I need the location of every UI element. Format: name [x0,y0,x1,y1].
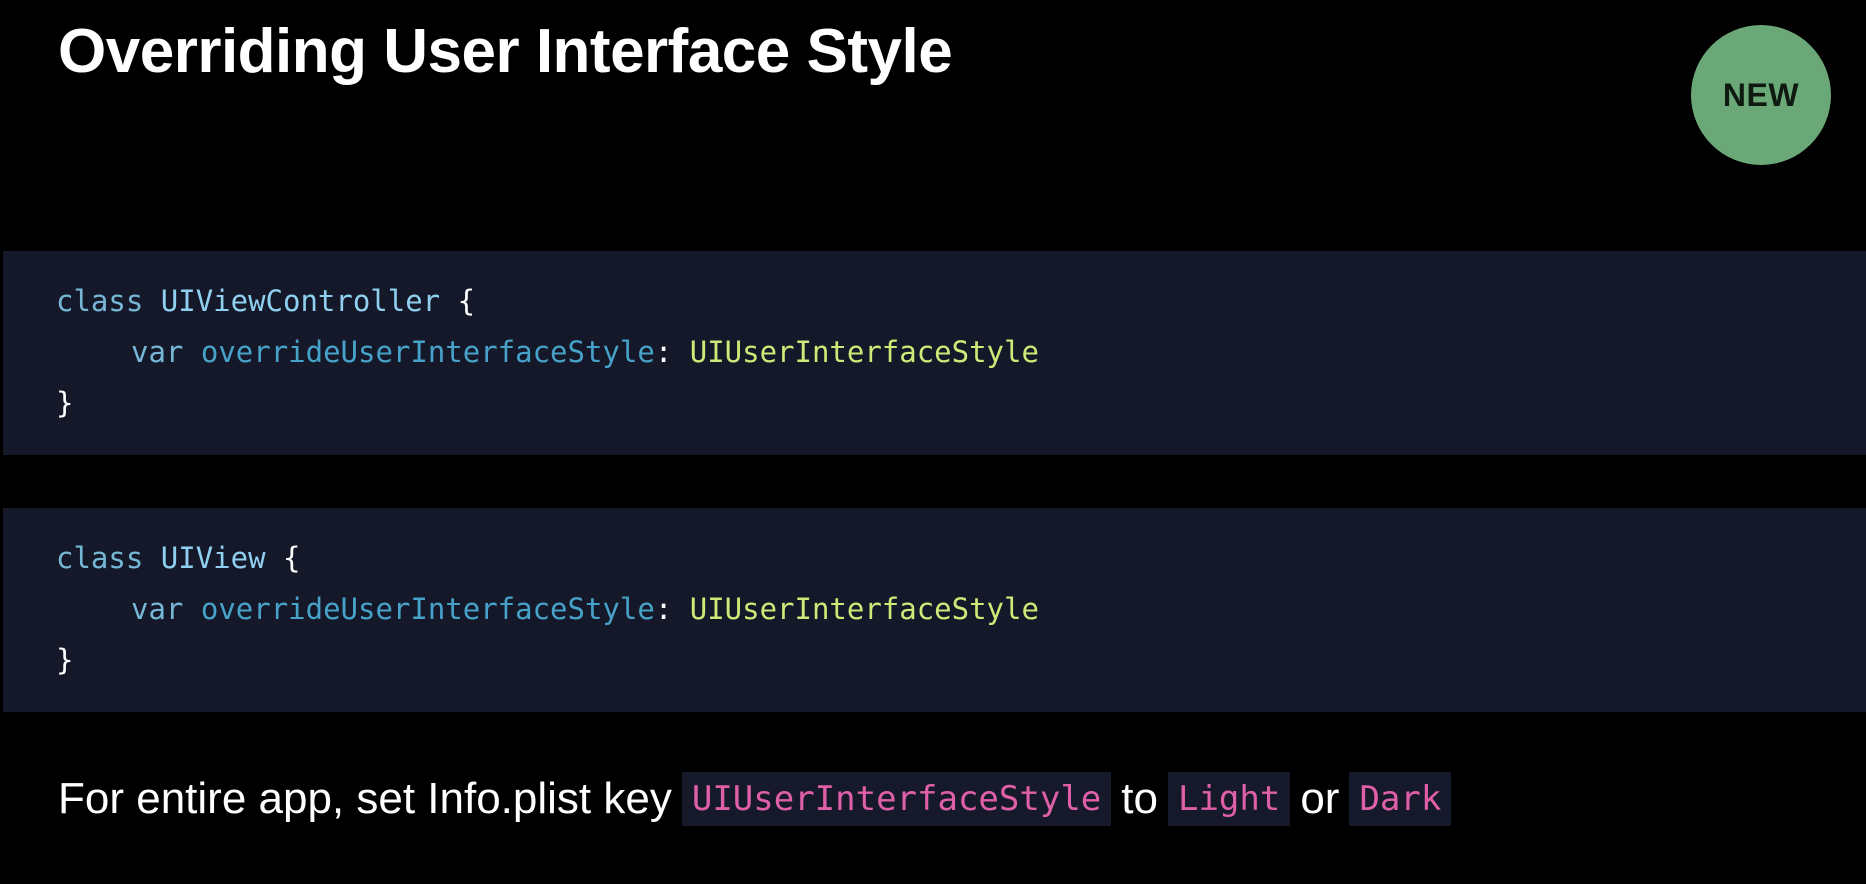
code-type-reference: UIUserInterfaceStyle [689,592,1039,626]
code-block-uiviewcontroller: class UIViewController { var overrideUse… [3,251,1866,455]
code-line: var overrideUserInterfaceStyle: UIUserIn… [131,334,1039,370]
code-brace: { [457,284,476,318]
code-keyword: class [56,284,144,318]
new-badge: NEW [1691,25,1831,165]
code-brace: } [56,643,74,677]
footer-text: For entire app, set Info.plist key [58,774,672,823]
code-colon: : [654,592,673,626]
code-colon: : [654,335,673,369]
code-line: var overrideUserInterfaceStyle: UIUserIn… [131,591,1039,627]
code-type-name: UIView [160,541,266,575]
code-brace: { [283,541,301,575]
footer-text-to: to [1121,774,1158,823]
new-badge-label: NEW [1722,76,1800,113]
code-block-uiview: class UIView { var overrideUserInterface… [3,508,1866,712]
footer-note: For entire app, set Info.plist key UIUse… [58,770,1452,828]
slide: Overriding User Interface Style NEW clas… [0,0,1866,884]
code-keyword: var [131,592,184,626]
code-keyword: var [131,335,184,369]
code-line: } [56,642,73,678]
code-property: overrideUserInterfaceStyle [200,335,655,369]
code-line: class UIViewController { [56,283,475,319]
code-type-name: UIViewController [160,284,441,318]
code-property: overrideUserInterfaceStyle [200,592,655,626]
inline-code-dark: Dark [1349,772,1452,826]
code-brace: } [56,386,74,420]
inline-code-light: Light [1167,772,1291,826]
inline-code-key: UIUserInterfaceStyle [681,772,1112,826]
code-line: class UIView { [56,540,300,576]
slide-title: Overriding User Interface Style [58,17,953,86]
code-line: } [56,385,73,421]
code-keyword: class [56,541,144,575]
footer-text-or: or [1300,774,1340,823]
code-type-reference: UIUserInterfaceStyle [689,335,1039,369]
